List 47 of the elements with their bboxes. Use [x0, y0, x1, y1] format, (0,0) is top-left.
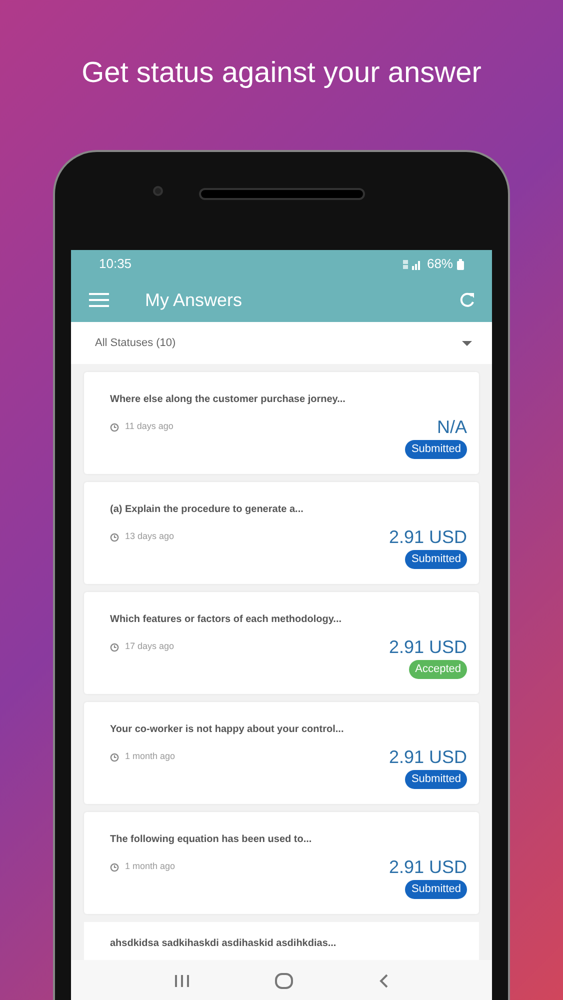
battery-percent: 68%: [426, 255, 453, 274]
amount: N/A: [436, 418, 467, 436]
speaker-icon: [198, 188, 364, 200]
status-badge: Submitted: [405, 550, 467, 570]
headline: Get status against your answer: [80, 56, 482, 91]
time-ago: 13 days ago: [125, 530, 174, 544]
time-ago: 17 days ago: [125, 640, 174, 654]
answer-card[interactable]: ahsdkidsa sadkihaskdi asdihaskid asdihkdias...: [84, 922, 479, 960]
caret-icon: [462, 340, 472, 346]
question-text: ahsdkidsa sadkihaskdi asdihaskid asdihkdias...: [110, 937, 338, 951]
status-badge: Submitted: [405, 880, 467, 900]
signal-icon: [402, 258, 423, 270]
time-ago: 1 month ago: [125, 750, 176, 764]
recent-apps-icon[interactable]: [174, 974, 190, 988]
amount: 2.91 USD: [388, 638, 467, 656]
battery-icon: [457, 258, 464, 270]
amount: 2.91 USD: [388, 748, 467, 766]
answer-card[interactable]: The following equation has been used to... 1 month ago 2.91 USD Submitted: [84, 812, 479, 914]
question-text: Where else along the customer purchase jorney...: [110, 393, 346, 407]
back-icon[interactable]: [379, 974, 390, 988]
clock-icon: [110, 862, 119, 872]
home-icon[interactable]: [275, 973, 294, 989]
answer-card[interactable]: Where else along the customer purchase jorney... 11 days ago N/A Submitted: [84, 372, 479, 474]
menu-icon[interactable]: [89, 293, 109, 307]
status-time: 10:35: [99, 255, 132, 274]
status-badge: Submitted: [405, 440, 467, 460]
question-text: The following equation has been used to...: [110, 833, 313, 847]
question-text: Which features or factors of each methodology...: [110, 613, 343, 627]
amount: 2.91 USD: [388, 858, 467, 876]
status-badge: Submitted: [405, 770, 467, 790]
camera-icon: [153, 186, 163, 196]
refresh-icon[interactable]: [458, 291, 476, 309]
clock-icon: [110, 532, 119, 542]
amount: 2.91 USD: [388, 528, 467, 546]
status-badge: Accepted: [409, 660, 467, 680]
time-ago: 1 month ago: [125, 860, 176, 874]
time-ago: 11 days ago: [125, 420, 174, 434]
answer-card[interactable]: (a) Explain the procedure to generate a... 13 days ago 2.91 USD Submitted: [84, 482, 479, 584]
app-title: My Answers: [145, 288, 244, 312]
answer-card[interactable]: Your co-worker is not happy about your control... 1 month ago 2.91 USD Submitted: [84, 702, 479, 804]
status-filter-dropdown[interactable]: All Statuses (10): [71, 322, 492, 364]
clock-icon: [110, 642, 119, 652]
clock-icon: [110, 752, 119, 762]
question-text: (a) Explain the procedure to generate a...: [110, 503, 304, 517]
answer-card[interactable]: Which features or factors of each methodology... 17 days ago 2.91 USD Accepted: [84, 592, 479, 694]
question-text: Your co-worker is not happy about your control...: [110, 723, 345, 737]
clock-icon: [110, 422, 119, 432]
